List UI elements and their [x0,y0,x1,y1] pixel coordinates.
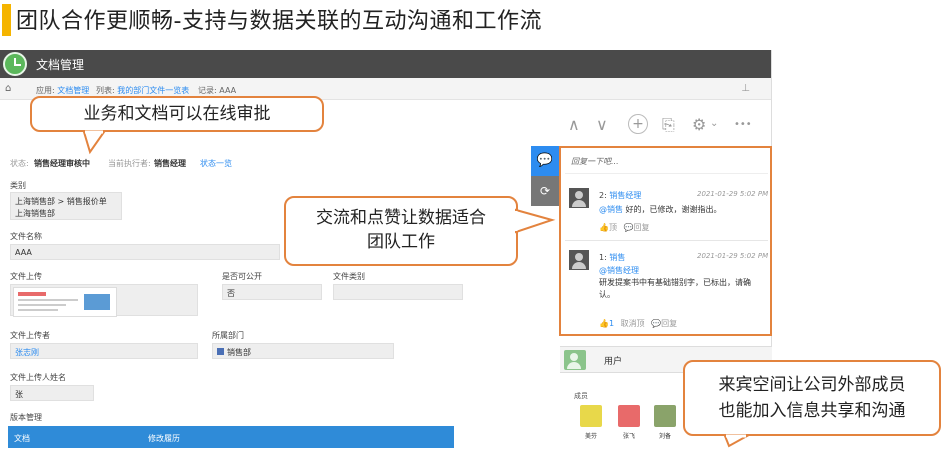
reply-button[interactable]: 回复 [661,319,677,328]
table-col-doc: 文档 [14,434,30,443]
uploader-name-field[interactable]: 张 [10,385,94,401]
category-line: 上海销售部 > 销售报价单 [15,197,107,206]
history-tab-icon[interactable]: ⟳ [531,176,559,206]
comment-time: 2021-01-29 5:02 PM [697,190,769,198]
members-label: 成员 [574,392,588,400]
comments-callout: 交流和点赞让数据适合 团队工作 [284,196,556,266]
comment-index: 1: [599,253,607,262]
side-tabs: 💬 ⟳ [531,146,559,206]
status-value: 销售经理审核中 [34,159,90,168]
reply-input[interactable]: 回复一下吧... [565,152,768,174]
add-icon[interactable]: + [628,114,648,134]
reply-icon[interactable]: 💬 [624,223,634,232]
version-table-header: 文档 修改履历 [8,426,454,448]
uploader-field[interactable]: 张志刚 [10,343,198,359]
home-icon[interactable]: ⌂ [5,83,11,94]
filename-label: 文件名称 [10,232,42,241]
guests-callout-line1: 来宾空间让公司外部成员 [718,375,906,395]
like-count: 1 [608,319,615,328]
reply-icon[interactable]: 💬 [651,319,661,328]
comments-panel: 回复一下吧... 2: 销售经理 2021-01-29 5:02 PM @销售 … [559,146,772,336]
comment-tab-icon[interactable]: 💬 [531,146,559,176]
unlike-button[interactable]: 取消顶 [621,319,645,328]
callout-tail [82,130,106,155]
copy-icon[interactable]: ⎘ [662,115,675,135]
thumbs-up-icon[interactable]: 👍 [599,223,609,232]
avatar [580,405,602,427]
comment-author[interactable]: 销售 [609,253,625,262]
chevron-down-icon[interactable]: ⌄ [710,118,718,129]
comments-callout-line1: 交流和点赞让数据适合 [316,208,486,228]
member-item[interactable]: 刘备 [650,405,680,440]
member-name: 张飞 [622,433,635,440]
dept-value: 销售部 [227,348,251,357]
comment-text: 好的，已修改，谢谢指出。 [625,205,722,214]
dept-label: 所属部门 [212,331,244,340]
users-icon [564,350,586,370]
version-label: 版本管理 [10,413,42,422]
comment-index: 2: [599,191,607,200]
app-topbar: 文档管理 [0,50,771,78]
upload-field[interactable] [10,284,198,317]
filetype-field[interactable] [333,284,463,300]
clock-logo-icon[interactable] [3,52,27,76]
avatar [569,250,589,270]
upload-label: 文件上传 [10,272,42,281]
guests-callout: 来宾空间让公司外部成员 也能加入信息共享和沟通 [683,360,941,448]
comments-callout-line2: 团队工作 [367,232,435,252]
prev-record-icon[interactable]: ∧ [568,115,580,134]
member-name: 刘备 [658,433,671,440]
gear-icon[interactable]: ⚙ [692,115,706,134]
comment-author[interactable]: 销售经理 [609,191,641,200]
uploader-label: 文件上传者 [10,331,50,340]
callout-tail [723,434,751,448]
reply-button[interactable]: 回复 [633,223,649,232]
comment-mention[interactable]: @销售经理 [599,266,639,275]
comment-divider [565,240,768,241]
approval-callout-text: 业务和文档可以在线审批 [83,104,271,124]
avatar [569,188,589,208]
breadcrumb-app[interactable]: 应用: 文档管理 [36,85,89,96]
thumbs-up-icon[interactable]: 👍 [599,319,609,328]
dept-field[interactable]: 销售部 [212,343,394,359]
status-list-link[interactable]: 状态一览 [200,158,232,169]
filetype-label: 文件类别 [333,272,365,281]
uploader-name-label: 文件上传人姓名 [10,373,66,382]
approval-callout: 业务和文档可以在线审批 [30,96,324,155]
pin-icon[interactable]: ⊥ [741,83,750,94]
file-thumbnail[interactable] [13,287,117,317]
category-label: 类别 [10,181,26,190]
callout-tail [514,208,556,234]
avatar [654,405,676,427]
heading-accent-bar [2,4,11,36]
comment-time: 2021-01-29 5:02 PM [697,252,769,260]
executor-label: 当前执行者: [108,159,151,168]
avatar [618,405,640,427]
more-icon[interactable]: ••• [734,119,752,130]
category-field[interactable]: 上海销售部 > 销售报价单 上海销售部 [10,192,122,220]
public-label: 是否可公开 [222,272,262,281]
category-line: 上海销售部 [15,209,55,218]
member-name: 美芬 [584,433,597,440]
status-label: 状态: [10,159,29,168]
users-title: 用户 [604,357,623,367]
comment-mention[interactable]: @销售 [599,205,623,214]
member-item[interactable]: 张飞 [614,405,644,440]
app-title: 文档管理 [36,58,85,72]
table-col-history: 修改履历 [148,434,180,443]
guests-callout-line2: 也能加入信息共享和沟通 [718,401,906,421]
slide-heading: 团队合作更顺畅-支持与数据关联的互动沟通和工作流 [16,9,542,34]
breadcrumb-list[interactable]: 列表: 我的部门文件一览表 [96,85,189,96]
public-field[interactable]: 否 [222,284,322,300]
executor-value: 销售经理 [154,159,186,168]
department-icon [217,348,224,355]
like-button[interactable]: 顶 [609,223,617,232]
breadcrumb-record: 记录: AAA [198,86,237,95]
next-record-icon[interactable]: ∨ [596,115,608,134]
filename-field[interactable]: AAA [10,244,280,260]
member-item[interactable]: 美芬 [576,405,606,440]
comment-text: 研发提案书中有基础错别字，已标出，请确认。 [599,278,751,299]
